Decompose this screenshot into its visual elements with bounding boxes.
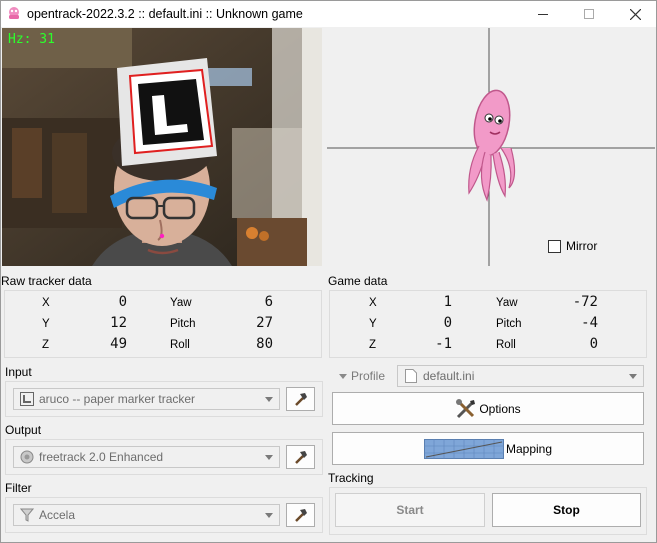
tracking-title: Tracking: [328, 471, 374, 485]
game-z-value: -1: [435, 336, 452, 352]
minimize-icon: [538, 14, 548, 15]
hammer-icon: [294, 509, 307, 522]
minimize-button[interactable]: [520, 1, 566, 27]
webcam-image: Hz: 31: [2, 28, 322, 266]
chevron-down-icon: [339, 373, 347, 379]
chevron-down-icon: [265, 397, 273, 402]
mapping-button[interactable]: Mapping: [332, 432, 644, 465]
raw-tracker-box: X Y Z 0 12 49 Yaw Pitch Roll 6 27 80: [4, 290, 322, 358]
mapping-label: Mapping: [505, 441, 553, 456]
raw-pitch-value: 27: [256, 315, 273, 331]
start-button[interactable]: Start: [335, 493, 485, 527]
input-group: aruco -- paper marker tracker: [5, 381, 323, 417]
raw-roll-value: 80: [256, 336, 273, 352]
filter-group: Accela: [5, 497, 323, 533]
game-roll-label: Roll: [496, 339, 516, 351]
curve-graph-icon: [423, 438, 504, 459]
profile-value: default.ini: [423, 369, 475, 383]
hz-readout: Hz: 31: [8, 32, 55, 47]
game-yaw-value: -72: [572, 294, 598, 310]
game-z-label: Z: [369, 339, 377, 351]
octopus-app-icon: [9, 7, 19, 19]
output-group: freetrack 2.0 Enhanced: [5, 439, 323, 475]
input-tracker-value: aruco -- paper marker tracker: [39, 392, 196, 406]
hammer-icon: [294, 393, 307, 406]
profile-combo[interactable]: default.ini: [397, 365, 644, 387]
game-roll-value: 0: [589, 336, 598, 352]
raw-roll-label: Roll: [170, 339, 190, 351]
tools-icon: [456, 398, 476, 418]
chevron-down-icon: [629, 374, 637, 379]
raw-yaw-value: 6: [264, 294, 273, 310]
game-x-value: 1: [443, 294, 452, 310]
game-y-value: 0: [443, 315, 452, 331]
filter-value: Accela: [39, 508, 76, 522]
chevron-down-icon: [265, 513, 273, 518]
raw-x-label: X: [42, 297, 50, 309]
raw-tracker-title: Raw tracker data: [1, 274, 92, 288]
game-yaw-label: Yaw: [496, 297, 518, 309]
raw-z-value: 49: [110, 336, 127, 352]
chevron-down-icon: [265, 455, 273, 460]
camera-preview: Hz: 31: [2, 28, 322, 266]
raw-y-label: Y: [42, 318, 50, 330]
title-bar: opentrack-2022.3.2 :: default.ini :: Unk…: [1, 1, 656, 27]
filter-settings-button[interactable]: [286, 503, 315, 527]
output-protocol-value: freetrack 2.0 Enhanced: [39, 450, 164, 464]
game-pitch-label: Pitch: [496, 318, 522, 330]
stop-label: Stop: [553, 503, 580, 517]
window-title: opentrack-2022.3.2 :: default.ini :: Unk…: [27, 7, 303, 21]
raw-pitch-label: Pitch: [170, 318, 196, 330]
options-button[interactable]: Options: [332, 392, 644, 425]
output-protocol-combo[interactable]: freetrack 2.0 Enhanced: [13, 446, 280, 468]
input-settings-button[interactable]: [286, 387, 315, 411]
game-y-label: Y: [369, 318, 377, 330]
game-data-box: X Y Z 1 0 -1 Yaw Pitch Roll -72 -4 0: [329, 290, 647, 358]
octopus-avatar: [468, 89, 516, 202]
game-data-title: Game data: [328, 274, 388, 288]
pose-widget: [327, 28, 655, 266]
hammer-icon: [294, 451, 307, 464]
filter-title: Filter: [5, 481, 32, 495]
game-x-label: X: [369, 297, 377, 309]
options-label: Options: [479, 401, 521, 416]
output-settings-button[interactable]: [286, 445, 315, 469]
document-icon: [403, 368, 419, 384]
profile-label: Profile: [351, 369, 386, 383]
opentrack-window: opentrack-2022.3.2 :: default.ini :: Unk…: [0, 0, 657, 543]
start-label: Start: [396, 503, 424, 517]
mirror-checkbox-box[interactable]: [548, 239, 561, 253]
input-tracker-combo[interactable]: aruco -- paper marker tracker: [13, 388, 280, 410]
profile-menu-button[interactable]: Profile: [339, 369, 385, 383]
maximize-icon: [584, 9, 594, 19]
mirror-label: Mirror: [566, 239, 598, 253]
raw-y-value: 12: [110, 315, 127, 331]
close-icon: [629, 8, 641, 20]
output-title: Output: [5, 423, 42, 437]
mirror-checkbox[interactable]: Mirror: [548, 239, 597, 253]
close-button[interactable]: [612, 1, 657, 27]
raw-yaw-label: Yaw: [170, 297, 192, 309]
aruco-icon: [19, 391, 35, 407]
filter-icon: [19, 507, 35, 523]
raw-x-value: 0: [118, 294, 127, 310]
filter-combo[interactable]: Accela: [13, 504, 280, 526]
freetrack-icon: [19, 449, 35, 465]
stop-button[interactable]: Stop: [492, 493, 641, 527]
input-title: Input: [5, 365, 32, 379]
raw-z-label: Z: [42, 339, 50, 351]
game-pitch-value: -4: [581, 315, 598, 331]
maximize-button[interactable]: [566, 1, 612, 27]
